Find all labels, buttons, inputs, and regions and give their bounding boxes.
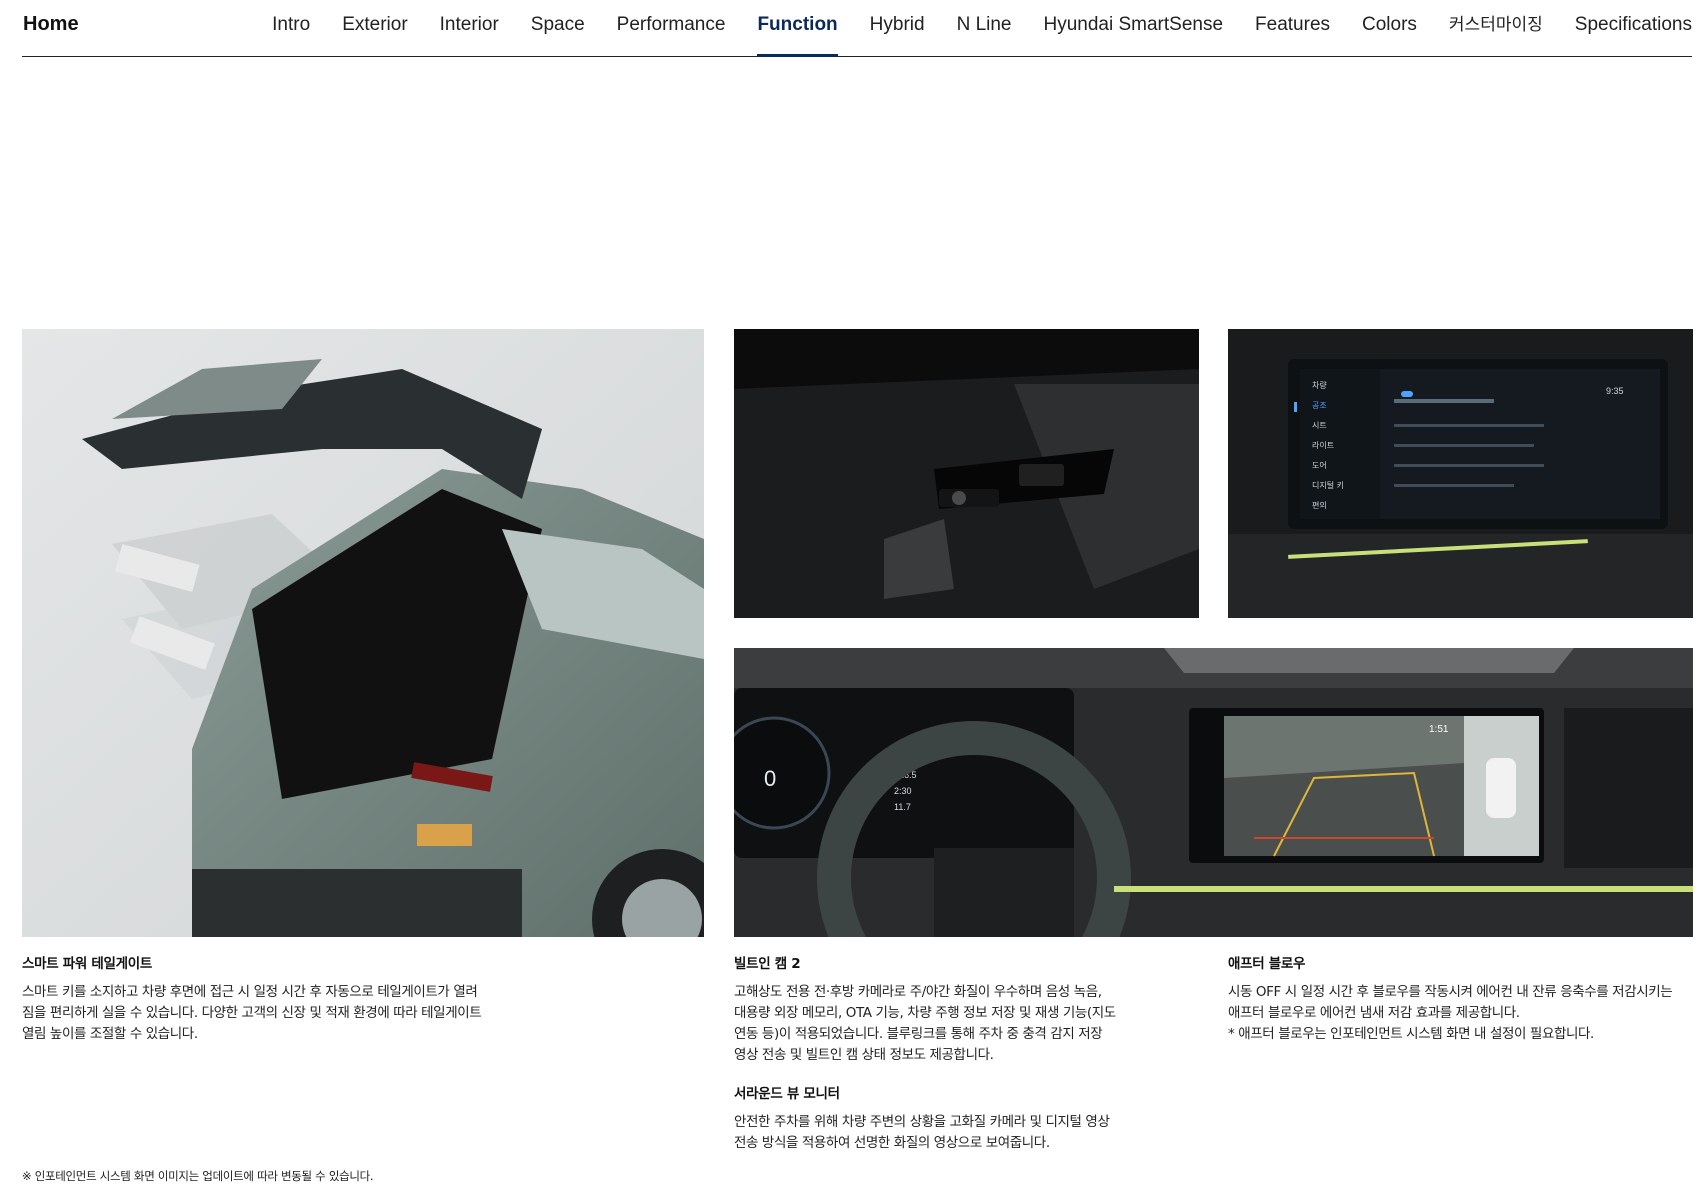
infotainment-clock: 9:35 — [1606, 386, 1624, 396]
feature-desc-line: * 애프터 블로우는 인포테인먼트 시스템 화면 내 설정이 필요합니다. — [1228, 1026, 1594, 1042]
svm-clock: 1:51 — [1429, 724, 1449, 735]
svg-text:공조: 공조 — [1312, 401, 1327, 410]
tab-customizing-label: 커스터마이징 — [1448, 15, 1543, 35]
surround-view-photo: 0 126.5 2:30 11.7 1:51 — [734, 648, 1693, 937]
feature-desc-line: 고해상도 전용 전·후방 카메라로 주/야간 화질이 우수하며 음성 녹음, — [734, 984, 1102, 1000]
cluster-speed: 0 — [764, 766, 776, 791]
feature-smart-power-tailgate: 스마트 파워 테일게이트 스마트 키를 소지하고 차량 후면에 접근 시 일정 … — [22, 952, 682, 1045]
home-link[interactable]: Home — [23, 13, 79, 36]
feature-desc-line: 짐을 편리하게 실을 수 있습니다. 다양한 고객의 신장 및 적재 환경에 따… — [22, 1005, 482, 1021]
feature-title: 스마트 파워 테일게이트 — [22, 956, 152, 972]
feature-title: 애프터 블로우 — [1228, 956, 1306, 972]
tab-specifications[interactable]: Specifications — [1559, 0, 1692, 56]
feature-builtin-cam: 빌트인 캠 2 고해상도 전용 전·후방 카메라로 주/야간 화질이 우수하며 … — [734, 952, 1199, 1066]
footnote: ※ 인포테인먼트 시스템 화면 이미지는 업데이트에 따라 변동될 수 있습니다… — [22, 1169, 374, 1183]
tab-customizing[interactable]: 커스터마이징 — [1433, 0, 1559, 56]
feature-desc-line: 영상 전송 및 빌트인 캠 상태 정보도 제공합니다. — [734, 1047, 994, 1063]
feature-desc-line: 열림 높이를 조절할 수 있습니다. — [22, 1026, 198, 1042]
feature-desc-line: 연동 등)이 적용되었습니다. 블루링크를 통해 주차 중 충격 감지 저장 — [734, 1026, 1103, 1042]
tab-exterior[interactable]: Exterior — [326, 0, 423, 56]
feature-desc-line: 스마트 키를 소지하고 차량 후면에 접근 시 일정 시간 후 자동으로 테일게… — [22, 984, 478, 1000]
tab-colors[interactable]: Colors — [1346, 0, 1433, 56]
svg-text:2:30: 2:30 — [894, 786, 912, 796]
tailgate-photo — [22, 329, 704, 937]
feature-title: 서라운드 뷰 모니터 — [734, 1086, 840, 1102]
feature-surround-view-monitor: 서라운드 뷰 모니터 안전한 주차를 위해 차량 주변의 상황을 고화질 카메라… — [734, 1082, 1199, 1154]
feature-desc-line: 시동 OFF 시 일정 시간 후 블로우를 작동시켜 에어컨 내 잔류 응축수를… — [1228, 984, 1673, 1000]
infotainment-photo: 9:35 차량 공조 시트 라이트 도어 디지털 키 편의 — [1228, 329, 1693, 618]
svg-text:차량: 차량 — [1312, 380, 1327, 390]
feature-after-blow: 애프터 블로우 시동 OFF 시 일정 시간 후 블로우를 작동시켜 에어컨 내… — [1228, 952, 1693, 1045]
svg-text:시트: 시트 — [1312, 421, 1327, 430]
tab-performance[interactable]: Performance — [601, 0, 742, 56]
feature-title: 빌트인 캠 2 — [734, 956, 801, 972]
feature-desc-line: 애프터 블로우로 에어컨 냄새 저감 효과를 제공합니다. — [1228, 1005, 1520, 1021]
tab-interior[interactable]: Interior — [424, 0, 515, 56]
svg-text:11.7: 11.7 — [894, 802, 911, 812]
feature-desc-line: 안전한 주차를 위해 차량 주변의 상황을 고화질 카메라 및 디지털 영상 — [734, 1114, 1110, 1130]
feature-desc-line: 대용량 외장 메모리, OTA 기능, 차량 주행 정보 저장 및 재생 기능(… — [734, 1005, 1116, 1021]
tab-hyundai-smartsense[interactable]: Hyundai SmartSense — [1027, 0, 1239, 56]
svg-text:도어: 도어 — [1312, 460, 1327, 470]
svg-text:편의: 편의 — [1312, 500, 1327, 510]
tab-n-line[interactable]: N Line — [941, 0, 1028, 56]
builtin-cam-photo — [734, 329, 1199, 618]
tab-space[interactable]: Space — [515, 0, 601, 56]
tab-intro[interactable]: Intro — [256, 0, 326, 56]
tab-function[interactable]: Function — [741, 0, 853, 57]
tab-hybrid[interactable]: Hybrid — [854, 0, 941, 56]
top-navigation: Home Intro Exterior Interior Space Perfo… — [22, 0, 1692, 57]
svg-text:라이트: 라이트 — [1312, 440, 1334, 450]
feature-desc-line: 전송 방식을 적용하여 선명한 화질의 영상으로 보여줍니다. — [734, 1135, 1050, 1151]
nav-tabs: Intro Exterior Interior Space Performanc… — [256, 0, 1692, 57]
svg-text:디지털 키: 디지털 키 — [1312, 480, 1344, 490]
tab-features[interactable]: Features — [1239, 0, 1346, 56]
